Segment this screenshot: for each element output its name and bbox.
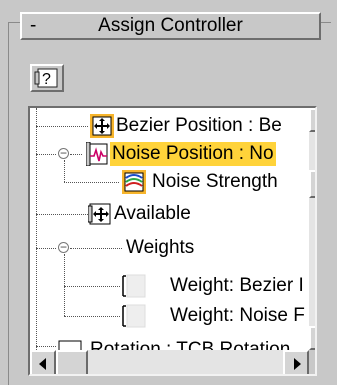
bezier-position-icon	[90, 114, 114, 138]
tree-item-weight-bezier[interactable]: Weight: Bezier I	[170, 274, 304, 298]
svg-text:?: ?	[42, 71, 51, 88]
vertical-scrollbar[interactable]	[309, 108, 315, 350]
help-question-icon: ?	[34, 68, 58, 88]
tree-item-bezier-position[interactable]: Bezier Position : Be	[116, 114, 282, 138]
tree-connector	[36, 126, 88, 127]
tree-connector	[64, 182, 119, 183]
scroll-down-button[interactable]	[309, 326, 315, 350]
rollout-header[interactable]: - Assign Controller	[20, 12, 321, 40]
controller-tree[interactable]: − − Bezier Position : Be Noise Position …	[28, 106, 317, 376]
tree-connector	[70, 154, 82, 155]
tree-connector	[70, 248, 122, 249]
tree-viewport: − − Bezier Position : Be Noise Position …	[30, 108, 311, 350]
tree-item-available[interactable]: Available	[114, 202, 191, 226]
horizontal-scrollbar[interactable]	[30, 350, 309, 374]
noise-position-icon	[86, 142, 108, 166]
weight-icon	[122, 304, 146, 328]
tree-connector	[36, 248, 56, 249]
tree-item-weights[interactable]: Weights	[126, 236, 194, 260]
tree-connector	[64, 286, 120, 287]
tree-item-noise-strength[interactable]: Noise Strength	[152, 170, 278, 194]
rollout-title: Assign Controller	[98, 15, 243, 36]
scrollbar-corner	[309, 350, 315, 374]
available-icon	[88, 203, 111, 225]
noise-strength-icon	[122, 170, 146, 194]
tree-connector	[36, 108, 37, 350]
tree-connector	[64, 254, 65, 316]
right-arrow-icon	[294, 358, 301, 370]
tree-item-rotation[interactable]: Rotation : TCB Rotation	[90, 338, 290, 350]
tree-connector	[64, 316, 120, 317]
vertical-scroll-thumb[interactable]	[309, 170, 315, 198]
scroll-left-button[interactable]	[30, 350, 56, 374]
tree-connector	[64, 160, 65, 182]
rotation-icon	[58, 340, 82, 350]
tree-connector	[36, 346, 56, 347]
collapse-toggle-icon[interactable]: −	[58, 147, 69, 159]
horizontal-scroll-thumb[interactable]	[56, 350, 88, 374]
left-arrow-icon	[39, 358, 46, 370]
tree-connector	[36, 154, 56, 155]
tree-item-weight-noise[interactable]: Weight: Noise F	[170, 304, 305, 328]
weight-icon	[122, 274, 146, 298]
tree-connector	[36, 214, 88, 215]
tree-item-noise-position[interactable]: Noise Position : No	[110, 142, 276, 166]
collapse-toggle-icon[interactable]: −	[58, 241, 69, 253]
help-button[interactable]: ?	[30, 64, 64, 92]
scroll-right-button[interactable]	[283, 350, 309, 374]
scroll-up-button[interactable]	[309, 108, 315, 132]
